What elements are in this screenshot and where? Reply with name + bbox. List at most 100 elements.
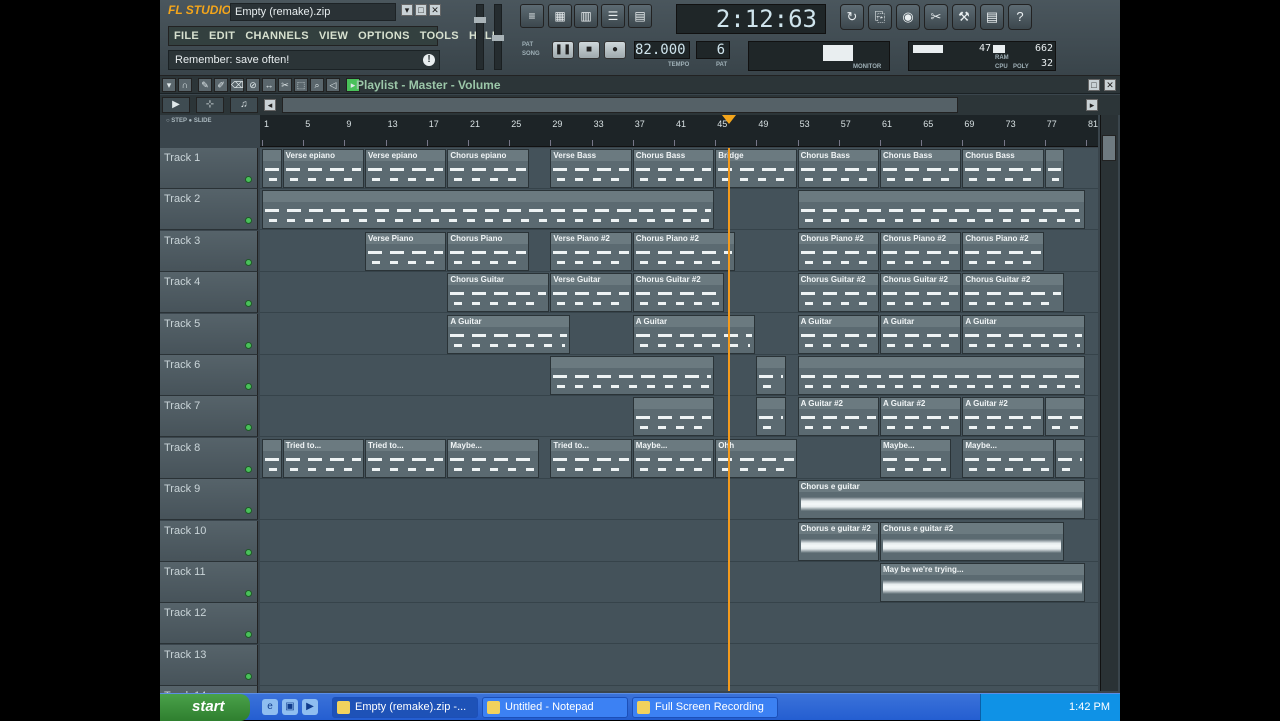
track-header[interactable]: Track 7 bbox=[160, 396, 258, 438]
track-header[interactable]: Track 13 bbox=[160, 644, 258, 686]
step-slide-toggle[interactable]: ○ STEP ● SLIDE bbox=[166, 118, 212, 124]
pattern-clip[interactable]: Chorus Bass bbox=[797, 149, 879, 188]
track-header[interactable]: Track 6 bbox=[160, 355, 258, 396]
ie-icon[interactable]: e bbox=[262, 699, 278, 715]
pattern-clip[interactable]: Chorus Piano #2 bbox=[632, 231, 735, 271]
pattern-clip[interactable]: Tried to... bbox=[365, 438, 447, 478]
pattern-clip[interactable] bbox=[756, 397, 787, 437]
pattern-clip[interactable]: A Guitar #2 bbox=[880, 397, 962, 437]
playlist-menu-icon[interactable]: ▾ bbox=[162, 78, 176, 92]
scroll-right-icon[interactable]: ▸ bbox=[1086, 99, 1098, 111]
audio-clip[interactable]: Chorus e guitar #2 bbox=[880, 521, 1065, 561]
track-mute-led-icon[interactable] bbox=[245, 383, 252, 390]
track-row[interactable]: Tried to... Tried to... Maybe... Tried to..… bbox=[260, 438, 1098, 479]
audio-clip[interactable]: May be we're trying... bbox=[880, 563, 1085, 602]
piano-roll-icon[interactable]: ▥ bbox=[574, 4, 598, 28]
draw-tool-icon[interactable]: ✎ bbox=[198, 78, 212, 92]
pattern-clip[interactable] bbox=[797, 356, 1085, 395]
loop-icon[interactable]: ↻ bbox=[840, 4, 864, 30]
pattern-clip[interactable]: Chorus Piano #2 bbox=[962, 231, 1044, 271]
pattern-clip[interactable]: Chorus Guitar #2 bbox=[797, 273, 879, 313]
taskbar-item[interactable]: Untitled - Notepad bbox=[482, 697, 628, 718]
wrench-icon[interactable]: ⚒ bbox=[952, 4, 976, 30]
pattern-clip[interactable] bbox=[632, 397, 715, 437]
playlist-grid[interactable]: Verse epiano Verse epiano Chorus epiano Ver… bbox=[260, 148, 1098, 691]
record-icon[interactable]: ◉ bbox=[896, 4, 920, 30]
pattern-clip[interactable] bbox=[756, 356, 787, 395]
close-button[interactable]: ✕ bbox=[429, 4, 441, 16]
track-row[interactable]: A Guitar A Guitar A Guitar A Guitar A Guitar bbox=[260, 314, 1098, 355]
track-header[interactable]: Track 12 bbox=[160, 603, 258, 645]
track-mute-led-icon[interactable] bbox=[245, 258, 252, 266]
zoom-tool-icon[interactable]: ⌕ bbox=[310, 78, 324, 92]
minimize-button[interactable]: ▾ bbox=[401, 4, 413, 16]
menu-edit[interactable]: EDIT bbox=[204, 27, 240, 45]
track-mute-led-icon[interactable] bbox=[245, 217, 252, 225]
track-mute-led-icon[interactable] bbox=[245, 300, 252, 308]
pattern-clip[interactable]: Maybe... bbox=[632, 438, 715, 478]
track-mute-led-icon[interactable] bbox=[245, 176, 252, 183]
pattern-clip[interactable] bbox=[1044, 397, 1085, 437]
track-row[interactable] bbox=[260, 355, 1098, 396]
pattern-clip[interactable]: Chorus Bass bbox=[880, 149, 962, 188]
media-icon[interactable]: ▶ bbox=[302, 699, 318, 715]
pattern-clip[interactable]: Verse Guitar bbox=[550, 273, 632, 313]
track-header[interactable]: Track 5 bbox=[160, 313, 258, 355]
playback-tool-icon[interactable]: ◁ bbox=[326, 78, 340, 92]
snap-icon[interactable]: ⊹ bbox=[196, 97, 224, 113]
track-header[interactable]: Track 11 bbox=[160, 562, 258, 603]
track-header[interactable]: Track 2 bbox=[160, 189, 258, 231]
pattern-clip[interactable]: Verse Bass bbox=[550, 149, 632, 188]
note-icon[interactable]: ♫ bbox=[230, 97, 258, 113]
play-button[interactable]: ❚❚ bbox=[552, 41, 574, 59]
track-header[interactable]: Track 3 bbox=[160, 230, 258, 272]
maximize-playlist-button[interactable]: □ bbox=[1088, 79, 1100, 91]
track-row[interactable]: A Guitar #2 A Guitar #2 A Guitar #2 bbox=[260, 396, 1098, 438]
pattern-clip[interactable]: Maybe... bbox=[880, 438, 952, 478]
track-row[interactable]: May be we're trying... bbox=[260, 562, 1098, 603]
pattern-clip[interactable] bbox=[797, 190, 1085, 230]
pattern-clip[interactable]: Chorus Bass bbox=[962, 149, 1044, 188]
track-header[interactable]: Track 1 bbox=[160, 148, 258, 189]
browser-icon[interactable]: ☰ bbox=[601, 4, 625, 28]
tools-icon[interactable]: ✂ bbox=[924, 4, 948, 30]
track-row[interactable] bbox=[260, 189, 1098, 231]
track-mute-led-icon[interactable] bbox=[245, 424, 252, 432]
magnet-icon[interactable]: ∩ bbox=[178, 78, 192, 92]
menu-options[interactable]: OPTIONS bbox=[353, 27, 415, 45]
pattern-display[interactable]: 6 bbox=[696, 41, 730, 59]
pattern-clip[interactable]: Chorus Guitar #2 bbox=[632, 273, 725, 313]
pattern-clip[interactable]: Chorus Guitar #2 bbox=[962, 273, 1065, 313]
track-mute-led-icon[interactable] bbox=[245, 341, 252, 349]
pattern-clip[interactable] bbox=[262, 149, 282, 188]
track-mute-led-icon[interactable] bbox=[245, 507, 252, 515]
pattern-clip[interactable]: Chorus Bass bbox=[632, 149, 715, 188]
save-icon[interactable]: ⎘ bbox=[868, 4, 892, 30]
mixer-icon[interactable]: ▤ bbox=[628, 4, 652, 28]
pattern-view-icon[interactable]: ▶ bbox=[162, 97, 190, 113]
pattern-clip[interactable]: A Guitar #2 bbox=[797, 397, 879, 437]
pattern-clip[interactable]: Verse epiano bbox=[365, 149, 447, 188]
pattern-clip[interactable]: Chorus Piano #2 bbox=[797, 231, 879, 271]
audio-clip[interactable]: Chorus e guitar bbox=[797, 480, 1085, 520]
pattern-clip[interactable]: Verse Piano #2 bbox=[550, 231, 632, 271]
track-row[interactable]: Verse epiano Verse epiano Chorus epiano Ver… bbox=[260, 148, 1098, 189]
horizontal-scrollbar[interactable] bbox=[282, 97, 958, 113]
delete-tool-icon[interactable]: ⌫ bbox=[230, 78, 244, 92]
track-header[interactable]: Track 8 bbox=[160, 437, 258, 479]
channel-rack-icon[interactable]: ▦ bbox=[548, 4, 572, 28]
pattern-clip[interactable]: Verse epiano bbox=[282, 149, 364, 188]
pattern-clip[interactable]: Chorus epiano bbox=[447, 149, 529, 188]
track-mute-led-icon[interactable] bbox=[245, 631, 252, 639]
track-row[interactable] bbox=[260, 645, 1098, 686]
pattern-clip[interactable] bbox=[1044, 149, 1065, 188]
pattern-clip[interactable]: Chorus Piano bbox=[447, 231, 529, 271]
track-header[interactable]: Track 4 bbox=[160, 272, 258, 314]
pattern-clip[interactable]: Chorus Guitar #2 bbox=[880, 273, 962, 313]
info-icon[interactable]: ! bbox=[423, 54, 435, 66]
pattern-clip[interactable]: A Guitar bbox=[797, 314, 879, 354]
tempo-display[interactable]: 82.000 bbox=[634, 41, 690, 59]
slice-tool-icon[interactable]: ✂ bbox=[278, 78, 292, 92]
close-playlist-button[interactable]: ✕ bbox=[1104, 79, 1116, 91]
menu-view[interactable]: VIEW bbox=[314, 27, 353, 45]
